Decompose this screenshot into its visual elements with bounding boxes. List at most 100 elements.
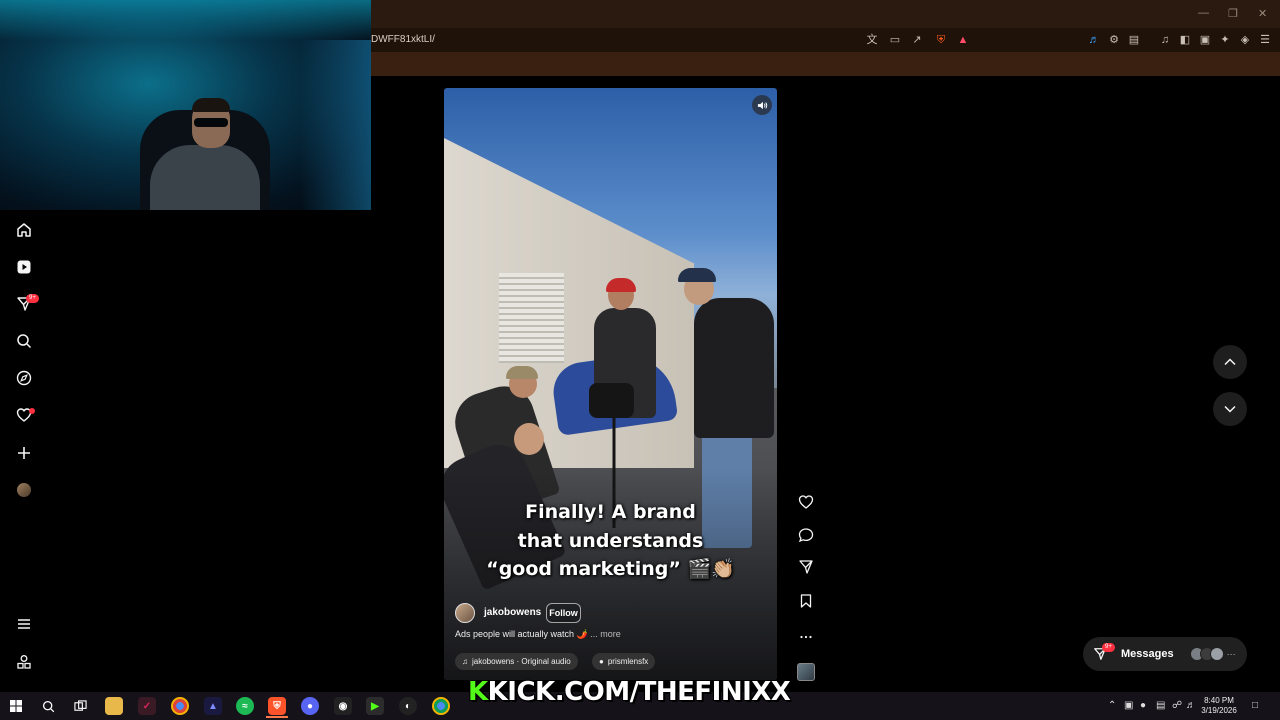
more-options-button[interactable]: [796, 626, 816, 646]
sidebar-background: [0, 210, 371, 692]
app-icon[interactable]: ◐: [399, 697, 417, 715]
stream-url-text: KICK.COM/THEFINIXX: [487, 677, 791, 707]
ellipsis-icon: [800, 635, 812, 639]
video-person-cap: [678, 268, 716, 282]
video-caption: Finally! A brand that understands “good …: [444, 498, 777, 584]
network-icon[interactable]: ☍: [1172, 700, 1182, 711]
menu-icon[interactable]: [14, 614, 34, 634]
video-person-cap: [506, 366, 538, 379]
home-icon[interactable]: [14, 220, 34, 240]
volume-icon[interactable]: ♬: [1186, 700, 1196, 711]
discord-icon[interactable]: ●: [301, 697, 319, 715]
message-avatar: [1209, 647, 1224, 661]
tagged-username: prismlensfx: [607, 657, 649, 666]
cast-icon[interactable]: ▭: [888, 33, 902, 47]
extensions-icon[interactable]: ⚙: [1107, 33, 1121, 47]
tray-icon[interactable]: ▣: [1124, 700, 1133, 711]
messages-badge: 9+: [1102, 643, 1115, 652]
create-icon[interactable]: [14, 443, 34, 463]
music-icon[interactable]: ♫: [1158, 33, 1172, 47]
video-garage-door: [499, 273, 564, 363]
description-text: Ads people will actually watch 🌶️: [455, 629, 588, 639]
tagged-user[interactable]: ● prismlensfx: [592, 653, 656, 670]
leo-ai-icon[interactable]: ✦: [1218, 33, 1232, 47]
obs-icon[interactable]: ◉: [334, 697, 352, 715]
streamer-glasses: [194, 118, 228, 127]
save-button[interactable]: [796, 591, 816, 611]
minimize-icon[interactable]: —: [1198, 7, 1209, 19]
reel-description: Ads people will actually watch 🌶️ ... mo…: [455, 629, 621, 640]
bookmark-icon: [800, 594, 812, 608]
browser-menu-icon[interactable]: ☰: [1258, 33, 1272, 47]
webcam-light: [0, 0, 371, 40]
audio-label: jakobowens · Original audio: [472, 657, 571, 666]
share-icon[interactable]: ↗: [910, 33, 924, 47]
explore-icon[interactable]: [14, 368, 34, 388]
clock-time: 8:40 PM: [1204, 696, 1234, 705]
close-icon[interactable]: ✕: [1258, 7, 1267, 20]
video-person-head: [514, 423, 544, 455]
audio-toggle-button[interactable]: [752, 95, 772, 115]
author-username[interactable]: jakobowens: [484, 607, 541, 618]
streamer-hair: [192, 98, 230, 112]
share-button[interactable]: [796, 557, 816, 577]
stream-url-overlay: KKICK.COM/THEFINIXX: [468, 677, 791, 707]
video-camera: [589, 383, 634, 418]
caption-line: Finally! A brand: [525, 501, 696, 523]
author-avatar[interactable]: [455, 603, 475, 623]
streamer-body: [150, 145, 260, 210]
search-icon[interactable]: [14, 331, 34, 351]
maximize-icon[interactable]: ❐: [1228, 7, 1238, 20]
previous-reel-button[interactable]: [1213, 345, 1247, 379]
task-view-icon[interactable]: [71, 697, 89, 715]
chrome-profile-icon[interactable]: [432, 697, 450, 715]
sidebar-icon[interactable]: ◧: [1178, 33, 1192, 47]
notification-center-icon[interactable]: □: [1252, 700, 1258, 711]
comment-icon: [798, 528, 814, 543]
more-link[interactable]: ... more: [590, 629, 621, 639]
vpn-icon[interactable]: ◈: [1238, 33, 1252, 47]
tray-icon[interactable]: ▤: [1156, 700, 1165, 711]
more-apps-icon[interactable]: [14, 652, 34, 672]
person-icon: ●: [599, 657, 604, 666]
paper-plane-icon: [799, 560, 813, 574]
reel-video[interactable]: [444, 88, 777, 680]
kick-logo: K: [468, 677, 488, 707]
notification-dot: [29, 408, 35, 414]
brave-shield-icon[interactable]: ⛨: [934, 33, 948, 47]
taskbar-clock[interactable]: 8:40 PM 3/19/2026: [1196, 696, 1242, 716]
audio-playing-icon[interactable]: ♬: [1087, 33, 1101, 47]
todo-app-icon[interactable]: ✓: [138, 697, 156, 715]
app-icon[interactable]: ▲: [204, 697, 222, 715]
wallet-icon[interactable]: ▣: [1198, 33, 1212, 47]
reader-icon[interactable]: ▤: [1127, 33, 1141, 47]
chevron-up-icon: [1224, 358, 1236, 366]
like-button[interactable]: [796, 492, 816, 512]
next-reel-button[interactable]: [1213, 392, 1247, 426]
audio-thumbnail[interactable]: [797, 663, 815, 681]
brave-icon[interactable]: ⛨: [268, 697, 286, 715]
brave-rewards-icon[interactable]: ▲: [956, 33, 970, 47]
reels-icon[interactable]: [14, 257, 34, 277]
spotify-icon[interactable]: ≈: [236, 697, 254, 715]
messages-label: Messages: [1121, 648, 1174, 660]
clock-date: 3/19/2026: [1201, 706, 1237, 715]
chrome-icon[interactable]: [171, 697, 189, 715]
tray-overflow-icon[interactable]: ⌃: [1108, 700, 1116, 711]
profile-avatar[interactable]: [17, 483, 31, 497]
caption-line: “good marketing” 🎬👏🏼: [486, 558, 735, 580]
translate-icon[interactable]: 文: [865, 33, 879, 47]
speaker-icon: [757, 101, 767, 109]
microphone-icon[interactable]: ●: [1140, 700, 1146, 711]
start-icon[interactable]: [7, 697, 25, 715]
url-text[interactable]: DWFF81xktLI/: [371, 34, 435, 45]
active-app-indicator: [266, 716, 288, 718]
heart-icon: [798, 495, 814, 509]
kick-app-icon[interactable]: ▶: [366, 697, 384, 715]
comment-button[interactable]: [796, 525, 816, 545]
webcam-overlay: [0, 0, 371, 210]
file-explorer-icon[interactable]: [105, 697, 123, 715]
audio-attribution[interactable]: ♫ jakobowens · Original audio: [455, 653, 578, 670]
follow-button[interactable]: Follow: [546, 603, 581, 623]
search-icon[interactable]: [39, 697, 57, 715]
